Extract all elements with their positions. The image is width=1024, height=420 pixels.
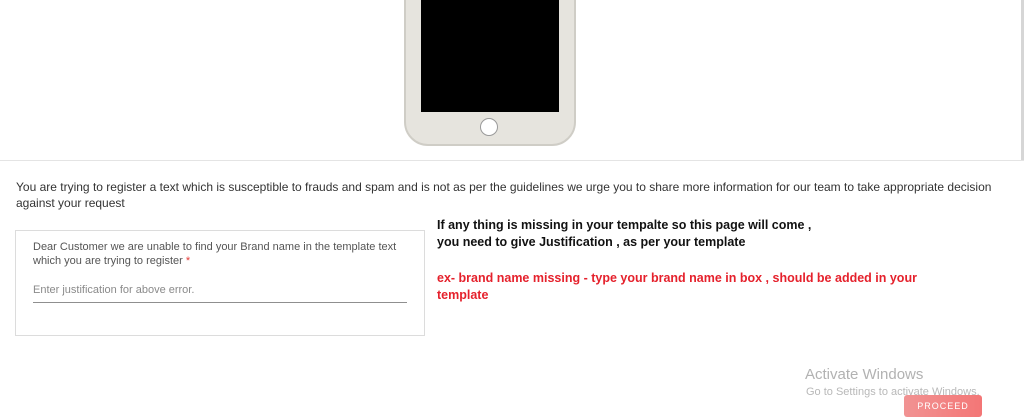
windows-watermark-title: Activate Windows	[805, 366, 924, 383]
required-indicator: *	[185, 255, 191, 267]
annotation-example: ex- brand name missing - type your brand…	[437, 271, 917, 302]
justification-label-text: Dear Customer we are unable to find your…	[33, 241, 397, 267]
section-divider	[0, 160, 1024, 161]
proceed-button[interactable]: PROCEED	[904, 395, 982, 417]
annotation-note: If any thing is missing in your tempalte…	[437, 217, 937, 251]
annotation-line-2: you need to give Justification , as per …	[437, 235, 746, 249]
annotation-line-1: If any thing is missing in your tempalte…	[437, 218, 812, 232]
warning-message: You are trying to register a text which …	[16, 180, 992, 210]
justification-input[interactable]	[33, 277, 407, 303]
phone-home-button-icon	[480, 118, 498, 136]
justification-label: Dear Customer we are unable to find your…	[33, 240, 403, 268]
justification-card: Dear Customer we are unable to find your…	[15, 230, 425, 336]
phone-screen	[421, 0, 559, 112]
phone-preview	[404, 0, 576, 146]
